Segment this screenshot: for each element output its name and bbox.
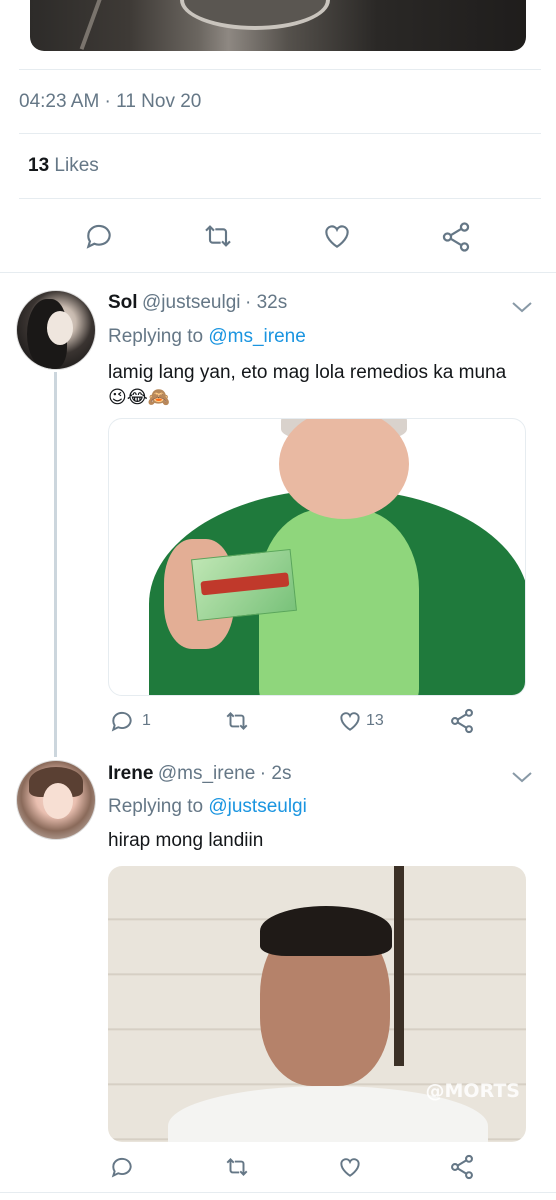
tweet-media-image[interactable]: @MORTS xyxy=(108,866,526,1142)
divider xyxy=(0,272,556,273)
avatar[interactable] xyxy=(16,290,96,370)
replying-handle-link[interactable]: @ms_irene xyxy=(208,326,305,347)
retweet-icon[interactable] xyxy=(222,1154,252,1180)
focused-tweet-media[interactable] xyxy=(30,0,526,51)
avatar[interactable] xyxy=(16,760,96,840)
share-icon[interactable] xyxy=(448,1153,476,1181)
chevron-down-icon[interactable] xyxy=(510,768,534,786)
tweet-time: · 32s xyxy=(244,292,288,313)
likes-count: 13 xyxy=(28,155,50,176)
replying-to: Replying to @ms_irene xyxy=(108,326,306,348)
share-icon[interactable] xyxy=(448,707,476,735)
tweet-text-body: lamig lang yan, eto mag lola remedios ka… xyxy=(108,362,507,383)
like-icon[interactable] xyxy=(336,708,364,734)
divider xyxy=(19,198,541,199)
image-watermark: @MORTS xyxy=(425,1080,520,1102)
like-icon[interactable] xyxy=(320,220,354,252)
comment-icon[interactable] xyxy=(108,708,136,734)
divider xyxy=(19,133,541,134)
like-count: 13 xyxy=(366,712,384,729)
tweet-media-image[interactable] xyxy=(108,418,526,696)
replying-to: Replying to @justseulgi xyxy=(108,796,307,818)
tweet-timestamp: 04:23 AM · 11 Nov 20 xyxy=(19,91,202,112)
comment-icon[interactable] xyxy=(108,1154,136,1180)
divider xyxy=(0,1192,556,1193)
replying-label: Replying to xyxy=(108,326,204,347)
tweet-header: Irene @ms_irene · 2s xyxy=(108,763,291,785)
retweet-icon[interactable] xyxy=(200,220,236,252)
replying-handle-link[interactable]: @justseulgi xyxy=(208,796,307,817)
tweet-header: Sol @justseulgi · 32s xyxy=(108,292,287,314)
tweet-text: lamig lang yan, eto mag lola remedios ka… xyxy=(108,360,538,410)
chevron-down-icon[interactable] xyxy=(510,298,534,316)
share-icon[interactable] xyxy=(438,220,474,254)
likes-count-link[interactable]: 13 Likes xyxy=(28,155,99,177)
divider xyxy=(19,69,541,70)
tweet-text: hirap mong landiin xyxy=(108,830,264,851)
reply-count: 1 xyxy=(142,712,151,729)
thread-line xyxy=(54,372,57,757)
likes-label: Likes xyxy=(54,155,99,176)
author-handle[interactable]: @ms_irene xyxy=(158,763,255,784)
comment-icon[interactable] xyxy=(82,220,116,252)
retweet-icon[interactable] xyxy=(222,708,252,734)
author-name[interactable]: Sol xyxy=(108,292,138,313)
product-box xyxy=(191,548,297,622)
tweet-time: · 2s xyxy=(259,763,292,784)
tweet-emojis: 😉😂🙈 xyxy=(108,387,171,407)
like-icon[interactable] xyxy=(336,1154,364,1180)
author-name[interactable]: Irene xyxy=(108,763,153,784)
replying-label: Replying to xyxy=(108,796,204,817)
author-handle[interactable]: @justseulgi xyxy=(142,292,241,313)
